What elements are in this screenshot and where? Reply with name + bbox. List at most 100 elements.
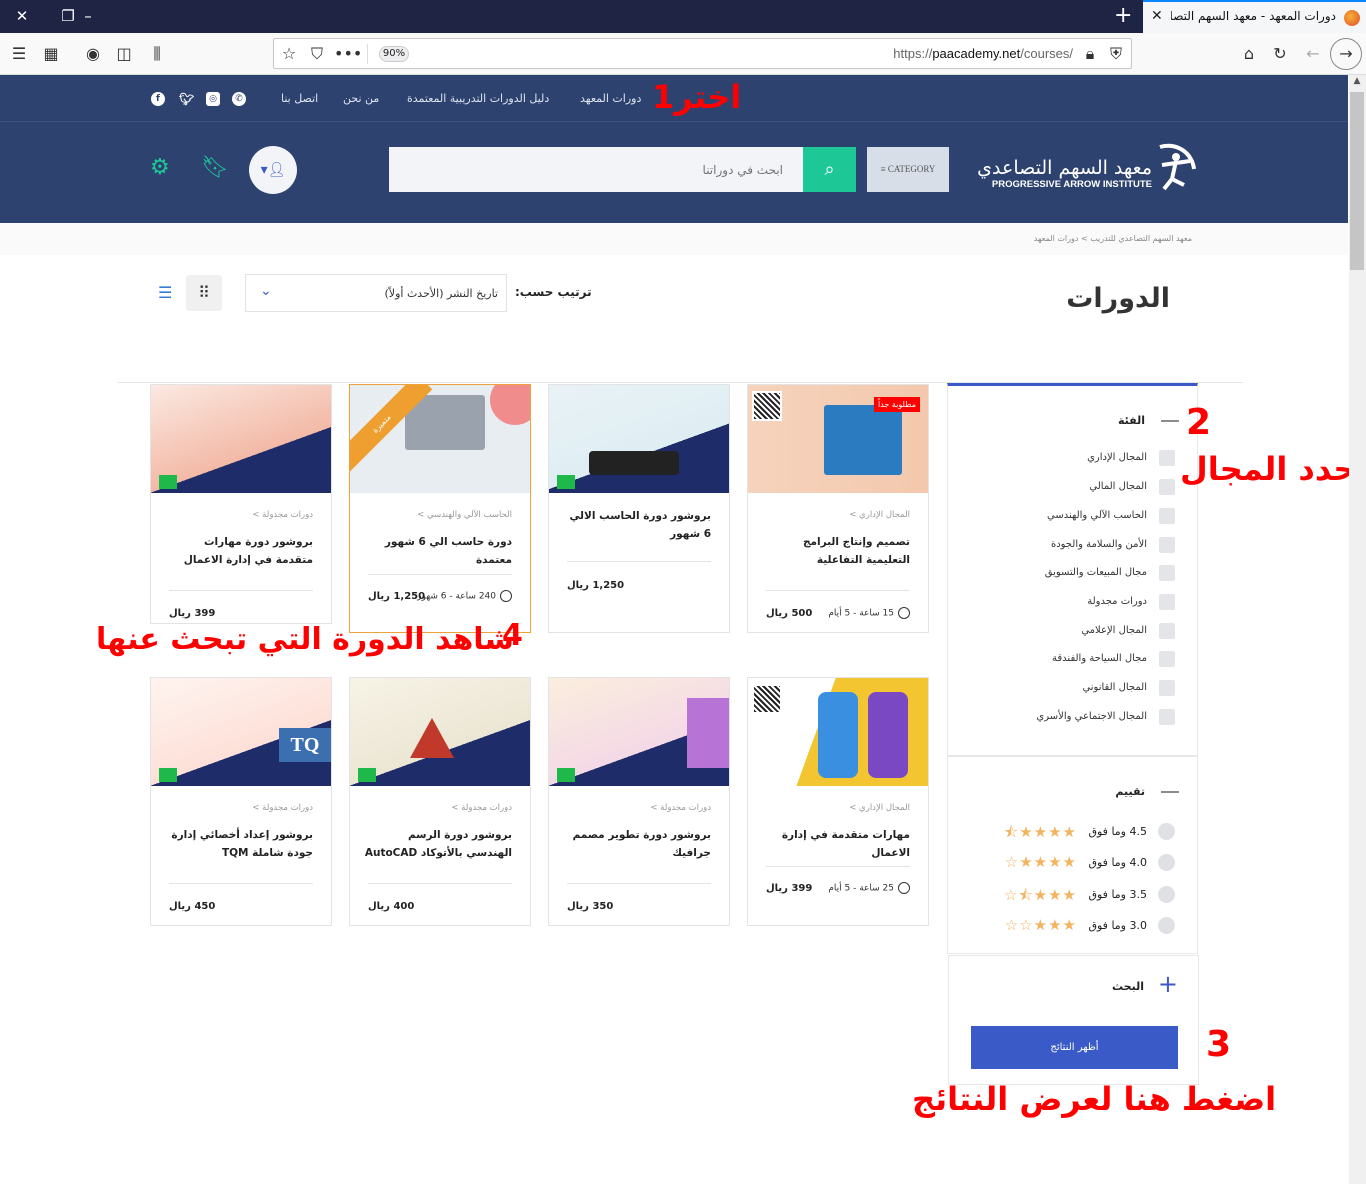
- site-logo[interactable]: معهد السهم التصاعدي PROGRESSIVE ARROW IN…: [977, 139, 1200, 199]
- course-card[interactable]: TQ دورات مجدولة > بروشور إعداد أخصائي إد…: [150, 677, 332, 926]
- checkbox[interactable]: [1159, 651, 1175, 667]
- course-search-input[interactable]: [389, 147, 803, 192]
- menu-icon[interactable]: ☰: [8, 43, 30, 65]
- category-checkbox[interactable]: المجال الإعلامي: [975, 623, 1175, 641]
- course-title[interactable]: تصميم وإنتاج البرامج التعليمية التفاعلية: [762, 533, 910, 569]
- gift-icon[interactable]: ▦: [40, 43, 62, 65]
- checkbox[interactable]: [1159, 709, 1175, 725]
- checkbox[interactable]: [1159, 537, 1175, 553]
- radio-button[interactable]: [1158, 854, 1175, 871]
- course-card-featured[interactable]: متميزة الحاسب الآلي والهندسي > دورة حاسب…: [349, 384, 531, 633]
- course-card[interactable]: مطلوبة جداً المجال الإداري > تصميم وإنتا…: [747, 384, 929, 633]
- course-category[interactable]: المجال الإداري >: [849, 510, 910, 520]
- breadcrumb[interactable]: معهد السهم التصاعدي للتدريب > دورات المع…: [1034, 234, 1192, 243]
- more-actions-icon[interactable]: •••: [334, 43, 362, 65]
- radio-button[interactable]: [1158, 823, 1175, 840]
- expand-plus-icon[interactable]: +: [1158, 972, 1178, 996]
- library-icon[interactable]: ⫼: [146, 43, 168, 65]
- sidebar-icon[interactable]: ◫: [113, 43, 135, 65]
- course-title[interactable]: بروشور دورة الرسم الهندسي بالأتوكاد Auto…: [364, 826, 512, 862]
- window-minimize-icon[interactable]: –: [78, 6, 98, 26]
- checkbox[interactable]: [1159, 479, 1175, 495]
- course-card[interactable]: المجال الإداري > مهارات متقدمة في إدارة …: [747, 677, 929, 926]
- checkbox[interactable]: [1159, 680, 1175, 696]
- rating-heading[interactable]: تقييم: [1115, 785, 1145, 798]
- category-checkbox[interactable]: دورات مجدولة: [975, 594, 1175, 612]
- course-category[interactable]: دورات مجدولة >: [451, 803, 512, 813]
- rating-option[interactable]: 3.5 وما فوق ☆⯪★★★: [965, 886, 1175, 904]
- course-card[interactable]: دورات مجدولة > بروشور دورة الرسم الهندسي…: [349, 677, 531, 926]
- course-category[interactable]: دورات مجدولة >: [650, 803, 711, 813]
- category-checkbox[interactable]: المجال الإداري: [975, 450, 1175, 468]
- user-account-button[interactable]: ▾👤︎: [249, 146, 297, 194]
- collapse-icon[interactable]: [1161, 420, 1179, 422]
- course-thumbnail[interactable]: [748, 678, 928, 786]
- category-checkbox[interactable]: المجال الاجتماعي والأسري: [975, 709, 1175, 727]
- course-thumbnail[interactable]: TQ: [151, 678, 331, 786]
- category-checkbox[interactable]: مجال السياحة والفندقة: [975, 651, 1175, 669]
- category-button[interactable]: ≡ CATEGORY: [867, 147, 949, 192]
- nav-about-us[interactable]: من نحن: [343, 92, 379, 105]
- sort-select[interactable]: تاريخ النشر (الأحدث أولاً) ⌄: [245, 274, 507, 312]
- course-thumbnail[interactable]: مطلوبة جداً: [748, 385, 928, 493]
- bookmark-star-icon[interactable]: ☆: [278, 43, 300, 65]
- course-category[interactable]: المجال الإداري >: [849, 803, 910, 813]
- checkbox[interactable]: [1159, 450, 1175, 466]
- rating-option[interactable]: 3.0 وما فوق ☆☆★★★: [965, 916, 1175, 935]
- bookmark-icon[interactable]: 🔖︎: [201, 155, 229, 180]
- zoom-level[interactable]: 90%: [379, 46, 409, 62]
- course-card[interactable]: دورات مجدولة > بروشور دورة تطوير مصمم جر…: [548, 677, 730, 926]
- course-title[interactable]: بروشور دورة تطوير مصمم جرافيك: [563, 826, 711, 862]
- list-view-button[interactable]: ☰: [158, 283, 172, 302]
- settings-gear-icon[interactable]: ⚙: [150, 155, 170, 180]
- instagram-icon[interactable]: ◎: [206, 92, 220, 106]
- twitter-icon[interactable]: 🐦︎: [179, 92, 194, 106]
- course-title[interactable]: بروشور إعداد أخصائي إدارة جودة شاملة TQM: [165, 826, 313, 862]
- nav-contact-us[interactable]: اتصل بنا: [281, 92, 318, 105]
- radio-button[interactable]: [1158, 917, 1175, 934]
- window-restore-icon[interactable]: ❐: [58, 6, 78, 26]
- course-title[interactable]: مهارات متقدمة في إدارة الاعمال: [762, 826, 910, 862]
- scrollbar-thumb[interactable]: [1350, 92, 1364, 270]
- pocket-icon[interactable]: ⛉: [306, 43, 328, 65]
- course-thumbnail[interactable]: [549, 678, 729, 786]
- shield-icon[interactable]: ⛨: [1105, 43, 1127, 65]
- course-title[interactable]: دورة حاسب الي 6 شهور معتمدة: [364, 533, 512, 569]
- account-icon[interactable]: ◉: [82, 43, 104, 65]
- course-category[interactable]: الحاسب الآلي والهندسي >: [417, 510, 512, 520]
- facebook-icon[interactable]: f: [151, 92, 165, 106]
- checkbox[interactable]: [1159, 565, 1175, 581]
- rating-option[interactable]: 4.5 وما فوق ⯪★★★★: [965, 823, 1175, 841]
- course-category[interactable]: دورات مجدولة >: [252, 803, 313, 813]
- radio-button[interactable]: [1158, 886, 1175, 903]
- forward-icon[interactable]: →: [1330, 38, 1362, 70]
- back-icon[interactable]: ←: [1302, 43, 1324, 65]
- category-checkbox[interactable]: مجال المبيعات والتسويق: [975, 565, 1175, 583]
- course-thumbnail[interactable]: [151, 385, 331, 493]
- search-heading[interactable]: البحث: [1112, 980, 1144, 993]
- category-checkbox[interactable]: الأمن والسلامة والجودة: [975, 537, 1175, 555]
- checkbox[interactable]: [1159, 623, 1175, 639]
- reload-icon[interactable]: ↻: [1269, 43, 1291, 65]
- url-bar[interactable]: ☆ ⛉ ••• 90% https://paacademy.net/course…: [273, 38, 1132, 69]
- course-thumbnail[interactable]: [549, 385, 729, 493]
- whatsapp-icon[interactable]: ✆: [232, 92, 246, 106]
- show-results-button[interactable]: أظهر النتائج: [971, 1026, 1178, 1069]
- home-icon[interactable]: ⌂: [1238, 43, 1260, 65]
- course-category[interactable]: دورات مجدولة >: [252, 510, 313, 520]
- url-text[interactable]: https://paacademy.net/courses/: [893, 46, 1073, 61]
- lock-icon[interactable]: 🔒︎: [1079, 43, 1101, 65]
- course-title[interactable]: بروشور دورة الحاسب الالي 6 شهور: [563, 507, 711, 543]
- tab-close-icon[interactable]: ✕: [1151, 8, 1163, 24]
- window-close-icon[interactable]: ✕: [12, 6, 32, 26]
- course-card[interactable]: دورات مجدولة > بروشور دورة مهارات متقدمة…: [150, 384, 332, 624]
- category-heading[interactable]: الفئة: [1118, 414, 1145, 427]
- nav-institute-courses[interactable]: دورات المعهد: [580, 92, 641, 105]
- new-tab-button[interactable]: +: [1114, 4, 1132, 28]
- grid-view-button[interactable]: ⠿: [186, 275, 222, 311]
- scroll-up-icon[interactable]: ▲: [1350, 76, 1364, 90]
- checkbox[interactable]: [1159, 508, 1175, 524]
- category-checkbox[interactable]: الحاسب الآلي والهندسي: [975, 508, 1175, 526]
- collapse-icon[interactable]: [1161, 791, 1179, 793]
- nav-accredited-courses-guide[interactable]: دليل الدورات التدريبية المعتمدة: [407, 92, 549, 105]
